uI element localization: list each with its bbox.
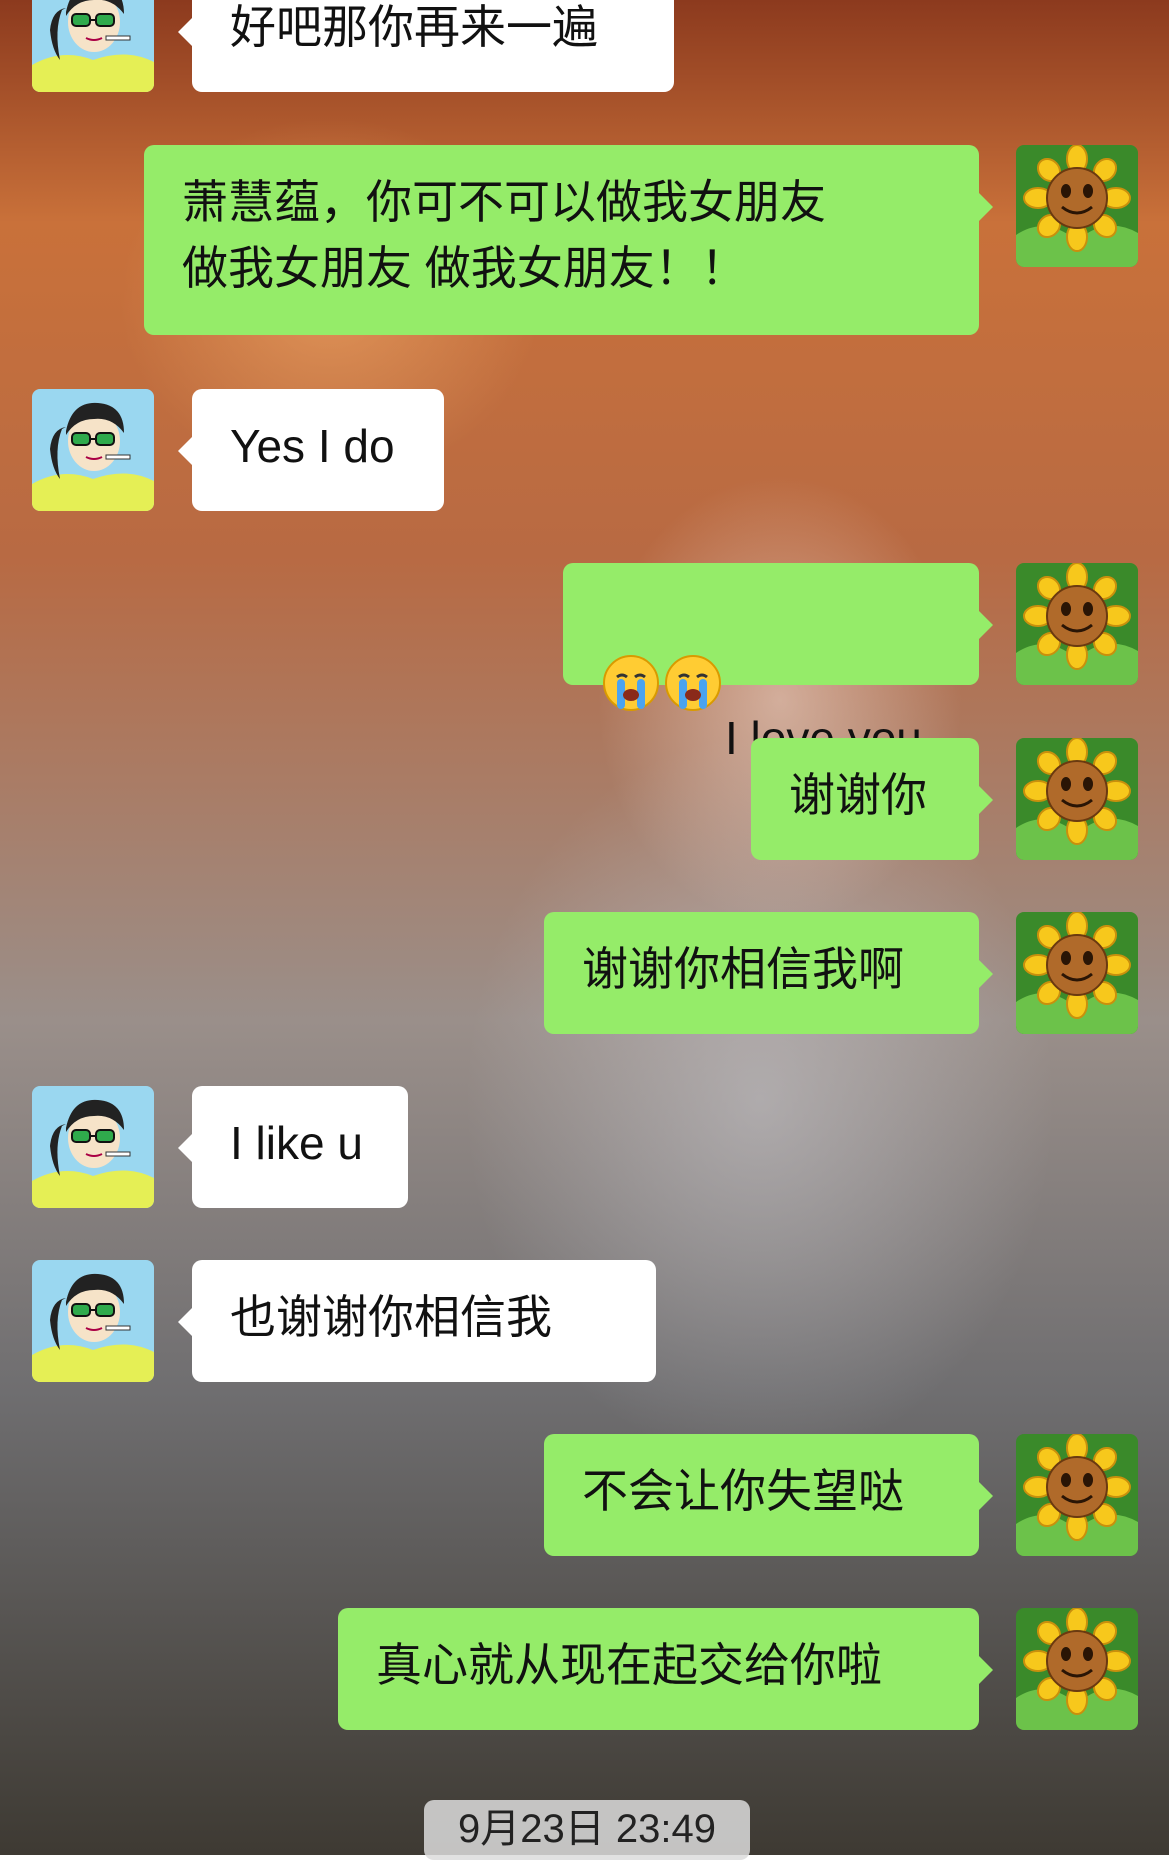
message-text: 也谢谢你相信我	[230, 1291, 552, 1343]
self-avatar-art	[1016, 1434, 1138, 1556]
self-avatar[interactable]	[1016, 1434, 1138, 1556]
outgoing-message-bubble[interactable]: I love you	[563, 563, 993, 764]
outgoing-message-bubble[interactable]: 谢谢你	[751, 738, 993, 860]
contact-avatar[interactable]	[32, 1260, 154, 1382]
self-avatar-art	[1016, 912, 1138, 1034]
self-avatar[interactable]	[1016, 145, 1138, 267]
contact-avatar-art	[32, 1260, 154, 1382]
crying-face-emoji	[601, 587, 661, 779]
message-text: Yes I do	[230, 420, 395, 472]
message-text: 真心就从现在起交给你啦	[376, 1639, 882, 1691]
contact-avatar[interactable]	[32, 1086, 154, 1208]
outgoing-message-bubble[interactable]: 真心就从现在起交给你啦	[338, 1608, 993, 1730]
outgoing-message-bubble[interactable]: 不会让你失望哒	[544, 1434, 993, 1556]
message-timestamp: 9月23日 23:49	[424, 1800, 750, 1860]
self-avatar[interactable]	[1016, 1608, 1138, 1730]
contact-avatar[interactable]	[32, 389, 154, 511]
contact-avatar-art	[32, 1086, 154, 1208]
self-avatar[interactable]	[1016, 738, 1138, 860]
self-avatar-art	[1016, 1608, 1138, 1730]
self-avatar-art	[1016, 145, 1138, 267]
message-text: 谢谢你相信我啊	[582, 943, 904, 995]
message-text: 不会让你失望哒	[582, 1465, 904, 1517]
outgoing-message-bubble[interactable]: 谢谢你相信我啊	[544, 912, 993, 1034]
self-avatar[interactable]	[1016, 912, 1138, 1034]
self-avatar[interactable]	[1016, 563, 1138, 685]
message-text: 萧慧蕴，你可不可以做我女朋友 做我女朋友 做我女朋友！！	[182, 176, 826, 294]
incoming-message-bubble[interactable]: Yes I do	[178, 389, 444, 511]
crying-face-emoji	[663, 587, 723, 779]
message-text: I like u	[230, 1117, 363, 1169]
incoming-message-bubble[interactable]: I like u	[178, 1086, 408, 1208]
incoming-message-bubble[interactable]: 也谢谢你相信我	[178, 1260, 656, 1382]
self-avatar-art	[1016, 738, 1138, 860]
contact-avatar[interactable]	[32, 0, 154, 92]
outgoing-message-bubble[interactable]: 萧慧蕴，你可不可以做我女朋友 做我女朋友 做我女朋友！！	[144, 145, 993, 335]
message-text: 好吧那你再来一遍	[230, 1, 598, 53]
self-avatar-art	[1016, 563, 1138, 685]
contact-avatar-art	[32, 0, 154, 92]
contact-avatar-art	[32, 389, 154, 511]
message-text: 谢谢你	[789, 769, 927, 821]
incoming-message-bubble[interactable]: 好吧那你再来一遍	[178, 0, 674, 92]
